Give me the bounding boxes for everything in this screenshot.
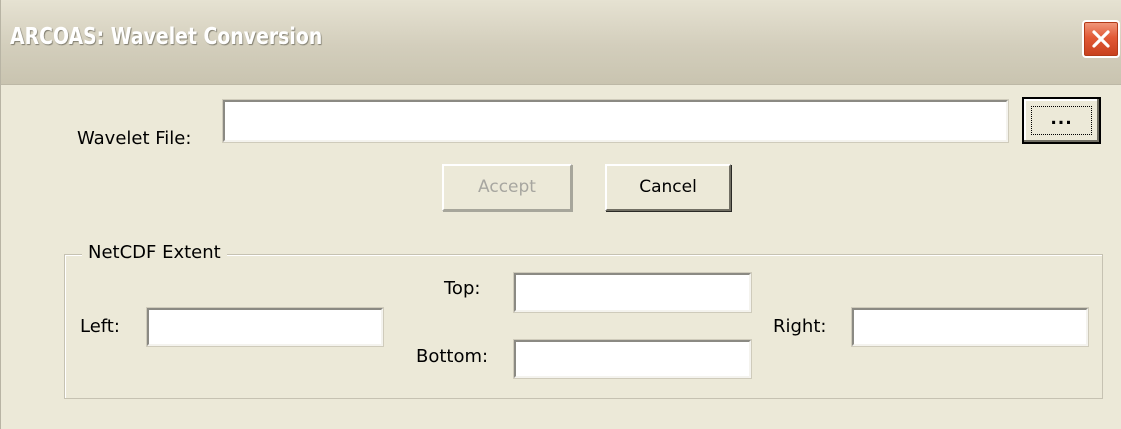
wavelet-conversion-dialog: ARCOAS: Wavelet Conversion Wavelet File:… [0,0,1121,429]
cancel-button[interactable]: Cancel [605,164,731,211]
browse-button[interactable]: ... [1022,97,1101,144]
browse-button-label: ... [1050,109,1073,129]
wavelet-file-input[interactable] [223,100,1008,142]
top-label: Top: [444,278,481,299]
window-title: ARCOAS: Wavelet Conversion [10,24,323,50]
close-icon [1092,30,1110,48]
close-button[interactable] [1082,20,1120,58]
top-input[interactable] [514,273,751,312]
accept-button[interactable]: Accept [442,164,572,211]
bottom-input[interactable] [514,340,751,378]
left-input[interactable] [147,308,383,346]
netcdf-extent-label: NetCDF Extent [82,242,227,263]
right-input[interactable] [852,308,1088,346]
bottom-label: Bottom: [416,346,489,367]
wavelet-file-label: Wavelet File: [77,128,192,149]
title-bar[interactable]: ARCOAS: Wavelet Conversion [1,0,1121,85]
right-label: Right: [773,316,827,337]
left-label: Left: [80,316,120,337]
